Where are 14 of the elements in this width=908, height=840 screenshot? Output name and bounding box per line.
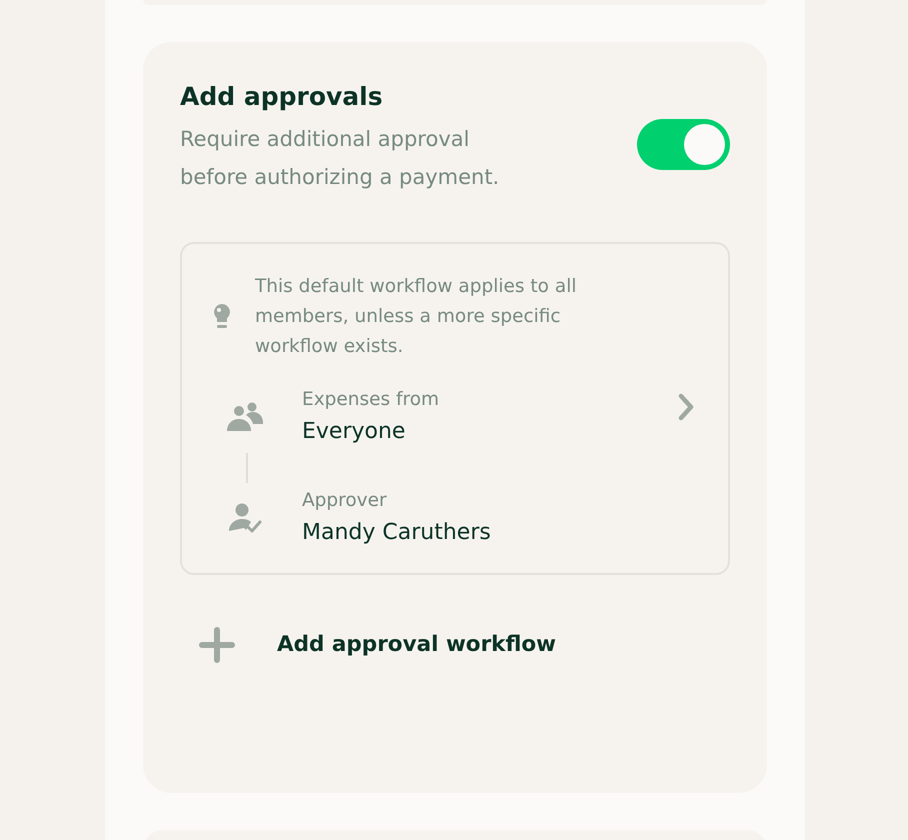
lightbulb-icon — [212, 303, 232, 331]
chevron-right-icon[interactable] — [678, 393, 694, 422]
plus-icon — [199, 627, 235, 664]
section-title: Add approvals — [180, 82, 384, 112]
step-label: Approver — [302, 488, 388, 513]
step-label: Expenses from — [302, 388, 440, 412]
step-value: Everyone — [302, 418, 406, 446]
hint-text: This default workflow applies to all members, unless a more specific workflow exists. — [255, 275, 578, 359]
step-value: Mandy Caruthers — [302, 518, 492, 547]
person-check-icon — [228, 502, 262, 534]
section-description: Require additional approval before authorizing a payment. — [180, 126, 500, 191]
add-workflow-button[interactable]: Add approval workflow — [277, 629, 556, 662]
people-icon — [226, 402, 264, 432]
toggle-switch[interactable] — [637, 119, 730, 170]
